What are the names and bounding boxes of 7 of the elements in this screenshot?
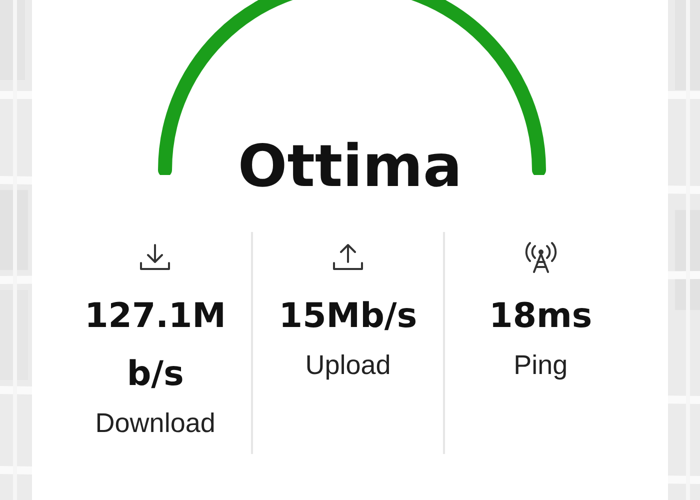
stat-value: 127.1Mb/s (84, 295, 228, 396)
stat-value: 15Mb/s (278, 295, 418, 338)
stat-label: Ping (514, 350, 568, 381)
stat-label: Download (95, 408, 216, 439)
stat-label: Upload (305, 350, 391, 381)
stat-value: 18ms (488, 295, 594, 338)
rating-label: Ottima (238, 137, 462, 195)
